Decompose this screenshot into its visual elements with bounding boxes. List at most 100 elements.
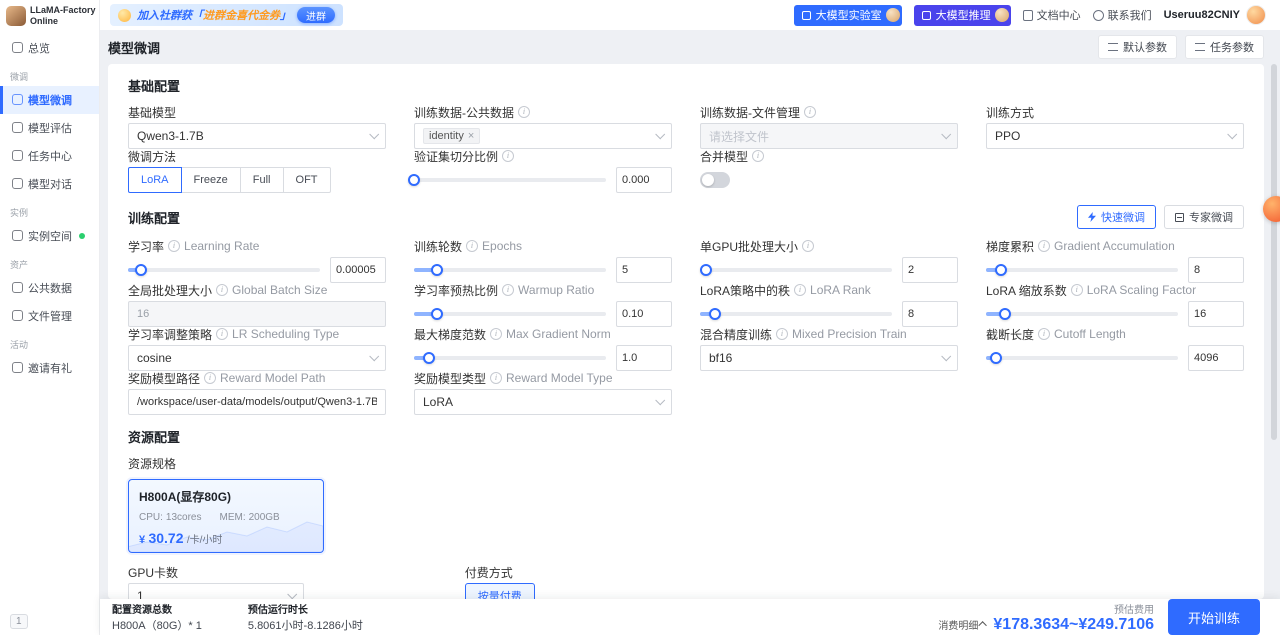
spec-card-h800a[interactable]: H800A(显存80G) CPU: 13cores MEM: 200GB ¥ 30.… bbox=[128, 479, 324, 553]
method-full-button[interactable]: Full bbox=[239, 167, 284, 193]
price-unit: /卡/小时 bbox=[186, 535, 223, 546]
slider-handle[interactable] bbox=[423, 352, 436, 364]
contact-label: 联系我们 bbox=[1107, 10, 1152, 22]
expert-finetune-label: 专家微调 bbox=[1189, 212, 1233, 224]
value-input[interactable] bbox=[616, 345, 672, 371]
slider-handle[interactable] bbox=[999, 308, 1012, 320]
gpu-count-select[interactable]: 1 bbox=[128, 583, 304, 599]
cost-label: 预估费用 bbox=[1114, 604, 1154, 616]
value-input[interactable] bbox=[616, 301, 672, 327]
slider[interactable] bbox=[986, 301, 1178, 327]
value-input[interactable] bbox=[1188, 257, 1244, 283]
base-model-select[interactable]: Qwen3-1.7B bbox=[128, 123, 386, 149]
value-input[interactable] bbox=[902, 301, 958, 327]
value-input[interactable] bbox=[1188, 301, 1244, 327]
sidebar-item-overview[interactable]: 总览 bbox=[0, 34, 99, 62]
sidebar-item-instance-space[interactable]: 实例空间 bbox=[0, 222, 99, 250]
field-label-zh: 单GPU批处理大小 bbox=[700, 239, 799, 254]
slider[interactable] bbox=[986, 257, 1178, 283]
slider-handle[interactable] bbox=[431, 264, 444, 276]
stat-value: H800A（80G）* 1 bbox=[112, 620, 202, 632]
slider[interactable] bbox=[414, 345, 606, 371]
app-root: LLaMA-Factory Online 总览 微调 模型微调 模型评估 任务中心 模型对… bbox=[0, 0, 1280, 635]
sidebar-item-public-data[interactable]: 公共数据 bbox=[0, 274, 99, 302]
field-label: 付费方式 bbox=[465, 565, 535, 580]
slider-track bbox=[986, 352, 1178, 364]
quick-finetune-button[interactable]: 快速微调 bbox=[1077, 205, 1156, 229]
field-label: LoRA策略中的秩 LoRA Rank bbox=[700, 283, 958, 298]
spec-mem: MEM: 200GB bbox=[219, 512, 279, 523]
pay-per-use-button[interactable]: 按量付费 bbox=[464, 583, 535, 599]
slider[interactable] bbox=[128, 257, 320, 283]
slider[interactable] bbox=[986, 345, 1178, 371]
method-oft-button[interactable]: OFT bbox=[282, 167, 331, 193]
sidebar-item-task-center[interactable]: 任务中心 bbox=[0, 142, 99, 170]
value-input[interactable] bbox=[902, 257, 958, 283]
sidebar-item-invite-gift[interactable]: 邀请有礼 bbox=[0, 354, 99, 382]
slider[interactable] bbox=[699, 257, 892, 283]
slider-handle[interactable] bbox=[709, 308, 722, 320]
slider[interactable] bbox=[414, 257, 606, 283]
valsplit-slider[interactable] bbox=[408, 167, 606, 193]
field-label-zh: 学习率调整策略 bbox=[128, 327, 213, 342]
logo-line2: Online bbox=[30, 16, 59, 27]
user-menu[interactable]: Useruu82CNIY bbox=[1164, 5, 1266, 25]
slider-handle[interactable] bbox=[135, 264, 148, 276]
field-control bbox=[700, 167, 958, 193]
field-label-zh: 学习率预热比例 bbox=[414, 283, 499, 298]
vertical-scrollbar[interactable] bbox=[1271, 64, 1277, 440]
page-title: 模型微调 bbox=[108, 40, 161, 56]
slider-handle[interactable] bbox=[699, 264, 712, 276]
expert-finetune-button[interactable]: 专家微调 bbox=[1164, 205, 1244, 229]
tag-close-icon[interactable] bbox=[468, 130, 474, 142]
file-data-select[interactable]: 请选择文件 bbox=[700, 123, 958, 149]
slider-handle[interactable] bbox=[989, 352, 1002, 364]
select[interactable]: bf16 bbox=[700, 345, 958, 371]
logo[interactable]: LLaMA-Factory Online bbox=[0, 0, 99, 34]
llm-lab-button[interactable]: 大模型实验室 bbox=[793, 4, 902, 26]
join-group-button[interactable]: 进群 bbox=[297, 7, 335, 23]
slider-handle[interactable] bbox=[408, 174, 420, 186]
public-data-select[interactable]: identity bbox=[414, 123, 672, 149]
default-params-button[interactable]: 默认参数 bbox=[1098, 35, 1177, 59]
value-input[interactable] bbox=[1188, 345, 1244, 371]
info-icon bbox=[802, 240, 815, 252]
field-label-zh: 微调方法 bbox=[128, 149, 177, 164]
merge-model-toggle[interactable] bbox=[700, 172, 730, 188]
method-lora-button[interactable]: LoRA bbox=[128, 167, 182, 193]
sidebar-item-model-evaluate[interactable]: 模型评估 bbox=[0, 114, 99, 142]
select[interactable]: LoRA bbox=[414, 389, 672, 415]
value-input[interactable] bbox=[330, 257, 386, 283]
slider-handle[interactable] bbox=[431, 308, 444, 320]
sidebar-item-model-chat[interactable]: 模型对话 bbox=[0, 170, 99, 198]
train-mode-select[interactable]: PPO bbox=[986, 123, 1244, 149]
start-training-button[interactable]: 开始训练 bbox=[1168, 599, 1260, 635]
cost-detail-toggle[interactable]: 消费明细 bbox=[938, 617, 988, 632]
community-banner[interactable]: 加入社群获「进群金喜代金券」 进群 bbox=[110, 4, 343, 26]
training-field: 学习率预热比例 Warmup Ratio bbox=[414, 283, 672, 327]
field-control bbox=[128, 301, 386, 327]
sidebar-item-file-manage[interactable]: 文件管理 bbox=[0, 302, 99, 330]
field-control: identity bbox=[414, 123, 672, 149]
method-freeze-button[interactable]: Freeze bbox=[180, 167, 241, 193]
sidebar-collapse[interactable]: 1 bbox=[0, 607, 99, 635]
training-field: 训练轮数 Epochs bbox=[414, 239, 672, 283]
text-input[interactable] bbox=[128, 389, 386, 415]
valsplit-input[interactable] bbox=[616, 167, 672, 193]
value-input[interactable] bbox=[616, 257, 672, 283]
contact-link[interactable]: 联系我们 bbox=[1092, 7, 1152, 23]
slider[interactable] bbox=[414, 301, 606, 327]
section-training: 训练配置 快速微调 专家微调 学习率 Learning Rate 训练轮数 Epoch… bbox=[128, 205, 1244, 415]
sidebar-item-model-finetune[interactable]: 模型微调 bbox=[0, 85, 99, 114]
task-params-button[interactable]: 任务参数 bbox=[1185, 35, 1264, 59]
sidebar-item-label: 任务中心 bbox=[28, 150, 72, 163]
sidebar-item-label: 文件管理 bbox=[28, 310, 72, 323]
select[interactable]: cosine bbox=[128, 345, 386, 371]
page-head: 模型微调 默认参数 任务参数 bbox=[108, 30, 1264, 64]
sidebar-section-heading: 资产 bbox=[10, 259, 29, 270]
slider[interactable] bbox=[700, 301, 892, 327]
docs-link[interactable]: 文档中心 bbox=[1022, 7, 1081, 23]
llm-inference-button[interactable]: 大模型推理 bbox=[913, 4, 1011, 26]
sidebar-section-heading: 实例 bbox=[10, 207, 29, 218]
slider-handle[interactable] bbox=[995, 264, 1008, 276]
